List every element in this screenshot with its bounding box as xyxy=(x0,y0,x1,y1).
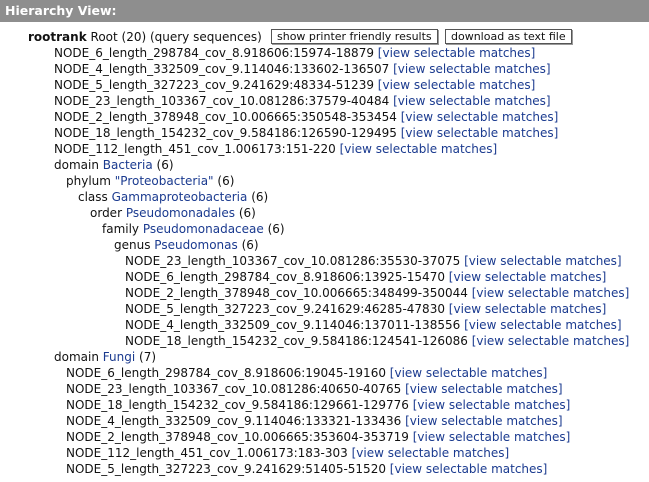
taxon-rank: genus xyxy=(114,238,151,252)
taxon-link[interactable]: "Proteobacteria" xyxy=(115,174,214,188)
taxon-link[interactable]: Pseudomonadales xyxy=(126,206,235,220)
sequence-id: NODE_5_length_327223_cov_9.241629:48334-… xyxy=(54,78,374,92)
taxon-count: (7) xyxy=(139,350,157,364)
taxon-genus: genus Pseudomonas (6) xyxy=(114,237,259,253)
list-item: NODE_6_length_298784_cov_8.918606:13925-… xyxy=(125,269,606,285)
sequence-id: NODE_23_length_103367_cov_10.081286:4065… xyxy=(66,382,402,396)
sequence-id: NODE_2_length_378948_cov_10.006665:35054… xyxy=(54,110,397,124)
taxon-domain-bacteria: domain Bacteria (6) xyxy=(54,157,174,173)
list-item: NODE_112_length_451_cov_1.006173:183-303… xyxy=(66,445,509,461)
view-matches-link[interactable]: [view selectable matches] xyxy=(472,286,630,300)
taxon-link[interactable]: Pseudomonadaceae xyxy=(143,222,264,236)
sequence-id: NODE_18_length_154232_cov_9.584186:12454… xyxy=(125,334,468,348)
taxon-phylum: phylum "Proteobacteria" (6) xyxy=(66,173,234,189)
list-item: NODE_112_length_451_cov_1.006173:151-220… xyxy=(54,141,497,157)
view-matches-link[interactable]: [view selectable matches] xyxy=(405,382,563,396)
sequence-id: NODE_2_length_378948_cov_10.006665:34849… xyxy=(125,286,468,300)
printer-friendly-button[interactable]: show printer friendly results xyxy=(271,29,438,44)
list-item: NODE_23_length_103367_cov_10.081286:4065… xyxy=(66,381,563,397)
view-matches-link[interactable]: [view selectable matches] xyxy=(472,334,630,348)
view-matches-link[interactable]: [view selectable matches] xyxy=(401,126,559,140)
taxon-rank: family xyxy=(102,222,140,236)
sequence-id: NODE_4_length_332509_cov_9.114046:133602… xyxy=(54,62,390,76)
taxon-domain-fungi: domain Fungi (7) xyxy=(54,349,156,365)
list-item: NODE_23_length_103367_cov_10.081286:3553… xyxy=(125,253,622,269)
taxon-count: (6) xyxy=(156,158,174,172)
list-item: NODE_6_length_298784_cov_8.918606:19045-… xyxy=(66,365,547,381)
sequence-id: NODE_6_length_298784_cov_8.918606:13925-… xyxy=(125,270,445,284)
list-item: NODE_5_length_327223_cov_9.241629:48334-… xyxy=(54,77,535,93)
list-item: NODE_6_length_298784_cov_8.918606:15974-… xyxy=(54,45,535,61)
list-item: NODE_4_length_332509_cov_9.114046:133321… xyxy=(66,413,563,429)
download-text-button[interactable]: download as text file xyxy=(445,29,572,44)
taxon-rank: class xyxy=(78,190,108,204)
view-matches-link[interactable]: [view selectable matches] xyxy=(378,46,536,60)
taxon-order: order Pseudomonadales (6) xyxy=(90,205,256,221)
list-item: NODE_18_length_154232_cov_9.584186:12659… xyxy=(54,125,558,141)
sequence-id: NODE_2_length_378948_cov_10.006665:35360… xyxy=(66,430,409,444)
sequence-id: NODE_4_length_332509_cov_9.114046:137011… xyxy=(125,318,461,332)
sequence-id: NODE_112_length_451_cov_1.006173:183-303 xyxy=(66,446,348,460)
taxon-count: (6) xyxy=(251,190,269,204)
view-matches-link[interactable]: [view selectable matches] xyxy=(401,110,559,124)
taxon-rank: domain xyxy=(54,158,99,172)
view-matches-link[interactable]: [view selectable matches] xyxy=(393,94,551,108)
taxon-link[interactable]: Bacteria xyxy=(103,158,153,172)
view-matches-link[interactable]: [view selectable matches] xyxy=(449,302,607,316)
taxon-count: (6) xyxy=(241,238,259,252)
taxon-link[interactable]: Fungi xyxy=(103,350,135,364)
sequence-id: NODE_23_length_103367_cov_10.081286:3757… xyxy=(54,94,390,108)
sequence-id: NODE_18_length_154232_cov_9.584186:12659… xyxy=(54,126,397,140)
view-matches-link[interactable]: [view selectable matches] xyxy=(390,366,548,380)
taxon-link[interactable]: Gammaproteobacteria xyxy=(112,190,248,204)
list-item: NODE_2_length_378948_cov_10.006665:35054… xyxy=(54,109,558,125)
taxon-family: family Pseudomonadaceae (6) xyxy=(102,221,285,237)
sequence-id: NODE_6_length_298784_cov_8.918606:19045-… xyxy=(66,366,386,380)
root-row: rootrank Root (20) (query sequences) xyxy=(28,29,262,45)
taxon-rank: phylum xyxy=(66,174,111,188)
view-matches-link[interactable]: [view selectable matches] xyxy=(464,318,622,332)
sequence-id: NODE_23_length_103367_cov_10.081286:3553… xyxy=(125,254,461,268)
root-label: Root (20) (query sequences) xyxy=(90,30,262,44)
list-item: NODE_18_length_154232_cov_9.584186:12454… xyxy=(125,333,629,349)
hierarchy-view-header: Hierarchy View: xyxy=(0,0,649,22)
root-rank: rootrank xyxy=(28,30,87,44)
view-matches-link[interactable]: [view selectable matches] xyxy=(390,462,548,476)
view-matches-link[interactable]: [view selectable matches] xyxy=(378,78,536,92)
sequence-id: NODE_5_length_327223_cov_9.241629:46285-… xyxy=(125,302,445,316)
view-matches-link[interactable]: [view selectable matches] xyxy=(393,62,551,76)
taxon-class: class Gammaproteobacteria (6) xyxy=(78,189,268,205)
taxon-count: (6) xyxy=(267,222,285,236)
taxon-link[interactable]: Pseudomonas xyxy=(154,238,237,252)
view-matches-link[interactable]: [view selectable matches] xyxy=(340,142,498,156)
view-matches-link[interactable]: [view selectable matches] xyxy=(449,270,607,284)
list-item: NODE_23_length_103367_cov_10.081286:3757… xyxy=(54,93,551,109)
sequence-id: NODE_5_length_327223_cov_9.241629:51405-… xyxy=(66,462,386,476)
view-matches-link[interactable]: [view selectable matches] xyxy=(405,414,563,428)
view-matches-link[interactable]: [view selectable matches] xyxy=(413,430,571,444)
view-matches-link[interactable]: [view selectable matches] xyxy=(464,254,622,268)
list-item: NODE_2_length_378948_cov_10.006665:35360… xyxy=(66,429,570,445)
list-item: NODE_2_length_378948_cov_10.006665:34849… xyxy=(125,285,629,301)
sequence-id: NODE_4_length_332509_cov_9.114046:133321… xyxy=(66,414,402,428)
list-item: NODE_4_length_332509_cov_9.114046:137011… xyxy=(125,317,622,333)
list-item: NODE_5_length_327223_cov_9.241629:51405-… xyxy=(66,461,547,477)
list-item: NODE_5_length_327223_cov_9.241629:46285-… xyxy=(125,301,606,317)
list-item: NODE_4_length_332509_cov_9.114046:133602… xyxy=(54,61,551,77)
list-item: NODE_18_length_154232_cov_9.584186:12966… xyxy=(66,397,570,413)
sequence-id: NODE_112_length_451_cov_1.006173:151-220 xyxy=(54,142,336,156)
taxon-count: (6) xyxy=(238,206,256,220)
taxon-rank: domain xyxy=(54,350,99,364)
taxon-rank: order xyxy=(90,206,122,220)
view-matches-link[interactable]: [view selectable matches] xyxy=(352,446,510,460)
view-matches-link[interactable]: [view selectable matches] xyxy=(413,398,571,412)
taxon-count: (6) xyxy=(217,174,235,188)
sequence-id: NODE_18_length_154232_cov_9.584186:12966… xyxy=(66,398,409,412)
sequence-id: NODE_6_length_298784_cov_8.918606:15974-… xyxy=(54,46,374,60)
